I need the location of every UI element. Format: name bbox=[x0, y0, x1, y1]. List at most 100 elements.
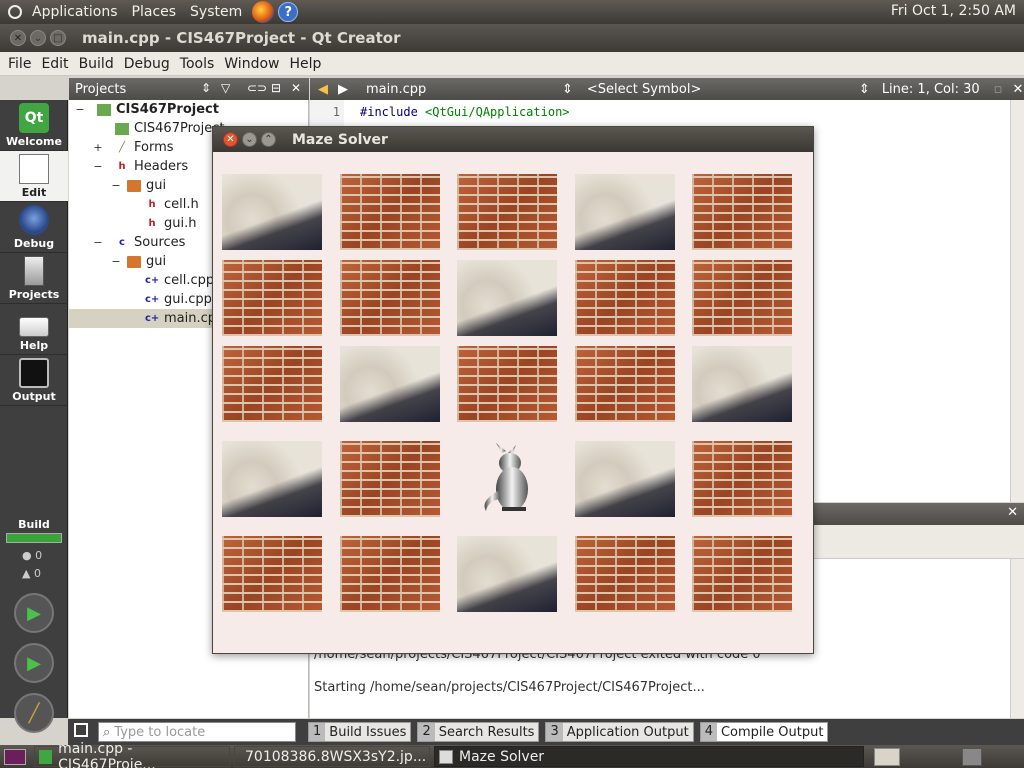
build-progress-bar bbox=[6, 533, 62, 543]
projects-pane-header: Projects ⇕ ▽ ⊂⊃ ⊟ ✕ bbox=[69, 78, 309, 100]
clock[interactable]: Fri Oct 1, 2:50 AM bbox=[891, 3, 1016, 19]
task-image-viewer[interactable]: 70108386.8WSX3sY2.jp... bbox=[234, 746, 430, 767]
tab-compile-output[interactable]: 4 Compile Output bbox=[699, 722, 829, 742]
build-hammer-button[interactable]: ╱ bbox=[14, 693, 54, 733]
open-document-selector[interactable]: main.cpp bbox=[366, 82, 562, 97]
workspace-switcher[interactable] bbox=[874, 747, 900, 766]
tab-number: 1 bbox=[309, 723, 326, 741]
collapse-icon[interactable]: − bbox=[111, 255, 121, 268]
wall-cell bbox=[575, 536, 675, 612]
close-document-icon[interactable]: ✕ bbox=[1012, 82, 1023, 97]
menu-edit[interactable]: Edit bbox=[41, 56, 68, 72]
mode-debug[interactable]: Debug bbox=[0, 202, 68, 253]
wall-cell bbox=[222, 536, 322, 612]
task-maze-solver[interactable]: Maze Solver bbox=[434, 746, 864, 767]
firefox-icon[interactable] bbox=[252, 1, 275, 23]
output-line: Starting /home/sean/projects/CIS467Proje… bbox=[314, 680, 705, 695]
edit-document-icon bbox=[19, 154, 49, 184]
window-icon bbox=[439, 749, 453, 764]
task-qt-creator[interactable]: main.cpp - CIS467Proje... bbox=[34, 741, 230, 768]
collapse-icon[interactable]: − bbox=[75, 103, 85, 116]
menu-tools[interactable]: Tools bbox=[180, 56, 215, 72]
close-maze-button[interactable]: ✕ bbox=[223, 132, 238, 147]
system-menu[interactable]: System bbox=[190, 4, 242, 20]
mode-edit[interactable]: Edit bbox=[0, 151, 68, 202]
mode-help[interactable]: Help bbox=[0, 304, 68, 355]
maximize-maze-button[interactable]: ⌃ bbox=[261, 132, 276, 147]
help-icon[interactable]: ? bbox=[278, 2, 299, 22]
search-icon: ⌕ bbox=[103, 724, 111, 740]
output-scrollbar[interactable] bbox=[1010, 559, 1024, 718]
applications-menu[interactable]: Applications bbox=[32, 4, 118, 20]
tree-item-project-root[interactable]: − CIS467Project bbox=[69, 100, 308, 119]
top-panel: Applications Places System ? Fri Oct 1, … bbox=[0, 0, 1024, 24]
collapse-icon[interactable]: − bbox=[111, 179, 121, 192]
mode-edit-label: Edit bbox=[21, 186, 47, 199]
wall-cell bbox=[457, 174, 557, 250]
tab-label: Search Results bbox=[438, 724, 535, 740]
close-output-icon[interactable]: ✕ bbox=[1007, 505, 1018, 520]
locator-input[interactable]: ⌕ Type to locate bbox=[98, 722, 296, 742]
tab-application-output[interactable]: 3 Application Output bbox=[545, 722, 694, 742]
show-desktop-icon[interactable] bbox=[4, 748, 26, 765]
qt-logo-icon bbox=[39, 749, 53, 764]
toggle-sidebar-icon[interactable] bbox=[74, 723, 88, 737]
wall-cell bbox=[340, 174, 440, 250]
header-file-icon: h bbox=[148, 198, 156, 210]
tree-item-label: gui.cpp bbox=[164, 292, 212, 307]
split-icon[interactable]: ⊟ bbox=[271, 81, 281, 95]
error-count-value: 0 bbox=[35, 549, 43, 562]
close-window-button[interactable]: ✕ bbox=[10, 30, 26, 46]
source-file-icon: c bbox=[119, 236, 125, 248]
menu-window[interactable]: Window bbox=[224, 56, 279, 72]
maze-window-titlebar: ✕ ⌄ ⌃ Maze Solver bbox=[213, 127, 813, 152]
menu-debug[interactable]: Debug bbox=[124, 56, 170, 72]
mode-projects[interactable]: Projects bbox=[0, 253, 68, 304]
tab-build-issues[interactable]: 1 Build Issues bbox=[308, 722, 412, 742]
warning-count-value: 0 bbox=[33, 567, 41, 580]
tab-label: Build Issues bbox=[329, 724, 407, 740]
maze-solver-window: ✕ ⌄ ⌃ Maze Solver bbox=[212, 126, 814, 654]
debug-bug-icon bbox=[19, 205, 49, 235]
cpp-file-icon: c+ bbox=[145, 293, 160, 305]
mouse-icon bbox=[484, 443, 528, 511]
menu-build[interactable]: Build bbox=[79, 56, 114, 72]
wall-cell bbox=[457, 346, 557, 422]
menu-file[interactable]: File bbox=[8, 56, 31, 72]
wall-cell bbox=[222, 260, 322, 336]
wall-cell bbox=[692, 174, 792, 250]
chevron-updown-icon: ⇕ bbox=[562, 81, 573, 97]
filter-icon[interactable]: ▽ bbox=[221, 81, 230, 95]
minimize-maze-button[interactable]: ⌄ bbox=[242, 132, 257, 147]
ubuntu-logo-icon[interactable] bbox=[4, 1, 26, 23]
trash-icon[interactable] bbox=[962, 747, 982, 766]
minimize-window-button[interactable]: ⌄ bbox=[30, 30, 46, 46]
project-icon bbox=[97, 103, 111, 116]
chevron-updown-icon[interactable]: ⇕ bbox=[201, 81, 211, 95]
path-cell bbox=[692, 346, 792, 422]
tab-label: Application Output bbox=[566, 724, 689, 740]
mode-output[interactable]: Output bbox=[0, 355, 68, 406]
tab-number: 3 bbox=[546, 723, 563, 741]
menu-help[interactable]: Help bbox=[289, 56, 321, 72]
close-pane-icon[interactable]: ✕ bbox=[291, 81, 301, 95]
collapse-icon[interactable]: − bbox=[93, 160, 103, 173]
projects-view-selector[interactable]: Projects bbox=[75, 82, 126, 97]
back-arrow-icon[interactable]: ◀ bbox=[318, 82, 328, 97]
mode-welcome[interactable]: Qt Welcome bbox=[0, 100, 68, 151]
places-menu[interactable]: Places bbox=[132, 4, 177, 20]
link-sync-icon[interactable]: ⊂⊃ bbox=[247, 81, 267, 95]
qt-logo-icon: Qt bbox=[19, 103, 49, 133]
run-button[interactable]: ▶ bbox=[14, 593, 54, 633]
maximize-window-button[interactable]: □ bbox=[50, 30, 66, 46]
debug-run-button[interactable]: ▶ bbox=[14, 643, 54, 683]
collapse-icon[interactable]: − bbox=[93, 236, 103, 249]
window-title: main.cpp - CIS467Project - Qt Creator bbox=[82, 29, 401, 47]
split-icon[interactable]: ▫ bbox=[994, 82, 1003, 97]
path-cell bbox=[457, 536, 557, 612]
editor-scrollbar[interactable] bbox=[1010, 100, 1024, 502]
tab-search-results[interactable]: 2 Search Results bbox=[417, 722, 540, 742]
symbol-selector[interactable]: <Select Symbol> bbox=[587, 82, 859, 97]
expand-icon[interactable]: + bbox=[93, 141, 103, 154]
forward-arrow-icon[interactable]: ▶ bbox=[338, 82, 348, 97]
